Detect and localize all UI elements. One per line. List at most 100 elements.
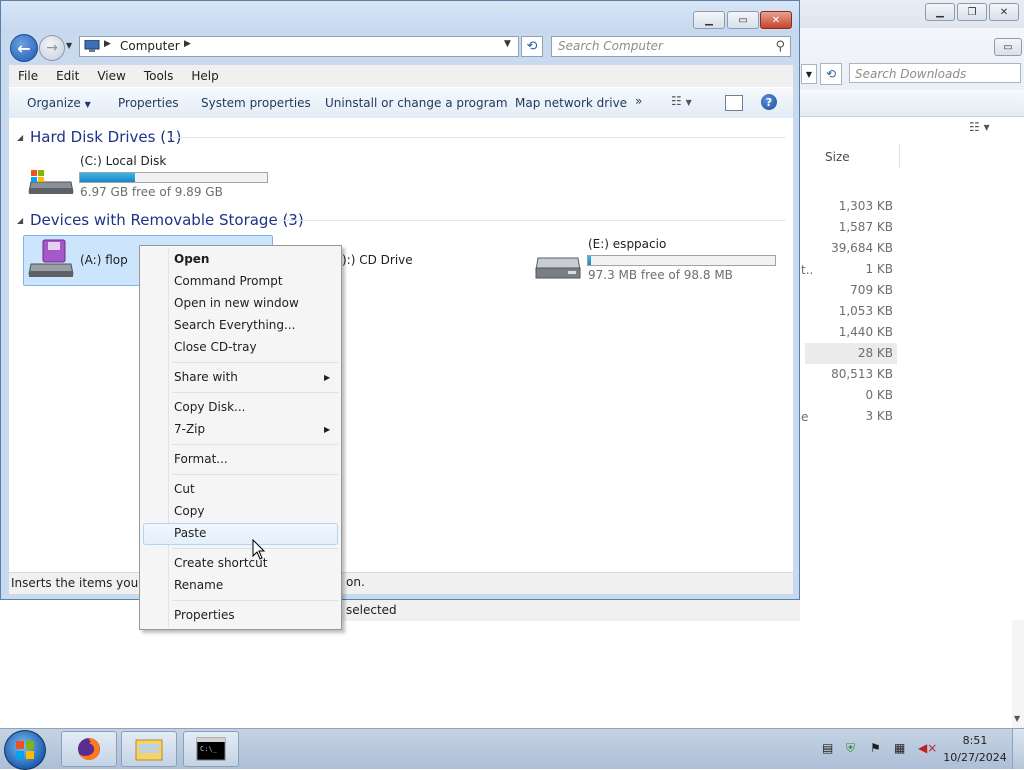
help-icon[interactable]: ? — [761, 94, 777, 110]
drive-name-a[interactable]: (A:) flop — [80, 253, 128, 267]
views-icon[interactable]: ☷ ▾ — [969, 120, 1009, 136]
column-header-size[interactable]: Size — [825, 150, 850, 164]
network-icon[interactable]: ▦ — [894, 741, 908, 755]
hard-disk-icon[interactable] — [27, 164, 75, 198]
change-view-button[interactable]: ☷ ▼ — [671, 94, 711, 112]
menu-item-properties[interactable]: Properties — [174, 608, 235, 622]
system-properties-button[interactable]: System properties — [201, 96, 311, 110]
menu-file[interactable]: File — [9, 65, 47, 87]
drive-free-e: 97.3 MB free of 98.8 MB — [588, 268, 733, 282]
search-input[interactable]: Search Computer ⚲ — [551, 36, 791, 57]
menu-item-paste[interactable]: Paste — [174, 526, 206, 540]
taskbar-cmd-button[interactable]: C:\_ — [183, 731, 239, 767]
windows-logo-icon — [16, 741, 34, 759]
address-bar[interactable]: ▶ Computer ▶ ▼ — [79, 36, 519, 57]
uninstall-program-button[interactable]: Uninstall or change a program — [325, 96, 508, 110]
taskbar-explorer-button[interactable] — [121, 731, 177, 767]
file-size-cell[interactable]: 1 KB — [813, 262, 893, 276]
menu-item-share-with[interactable]: Share with — [174, 370, 238, 384]
menu-separator — [172, 474, 338, 475]
volume-muted-icon[interactable]: ◀× — [918, 741, 937, 755]
clock-date[interactable]: 10/27/2024 — [942, 751, 1008, 764]
menu-item-search-everything[interactable]: Search Everything... — [174, 318, 295, 332]
properties-button[interactable]: Properties — [118, 96, 179, 110]
clock-time[interactable]: 8:51 — [950, 734, 1000, 747]
menu-item-command-prompt[interactable]: Command Prompt — [174, 274, 283, 288]
menu-item-7zip[interactable]: 7-Zip — [174, 422, 205, 436]
recent-pages-button[interactable]: ▼ — [66, 41, 72, 50]
breadcrumb-separator-icon[interactable]: ▶ — [184, 39, 191, 49]
action-center-flag-icon[interactable]: ⚑ — [870, 741, 884, 755]
menu-edit[interactable]: Edit — [47, 65, 88, 87]
file-name-fragment[interactable]: e — [801, 410, 808, 424]
capacity-bar-c — [79, 172, 268, 183]
group-header-removable[interactable]: Devices with Removable Storage (3) — [30, 211, 304, 229]
file-size-cell[interactable]: 709 KB — [813, 283, 893, 297]
restore-button[interactable]: ❐ — [957, 3, 987, 21]
chevron-down-icon[interactable]: ▼ — [801, 64, 817, 84]
show-desktop-button[interactable] — [1012, 729, 1024, 769]
column-divider[interactable] — [899, 144, 900, 168]
drive-name-d[interactable]: ):) CD Drive — [342, 253, 413, 267]
menu-item-cut[interactable]: Cut — [174, 482, 195, 496]
menubar-close-button[interactable]: ▭ — [994, 38, 1022, 56]
file-size-cell[interactable]: 80,513 KB — [813, 367, 893, 381]
removable-drive-icon[interactable] — [534, 252, 582, 282]
file-size-cell[interactable]: 1,440 KB — [813, 325, 893, 339]
close-button[interactable]: ✕ — [760, 11, 792, 29]
maximize-button[interactable]: ▭ — [727, 11, 759, 29]
start-button[interactable] — [4, 730, 46, 770]
file-size-cell[interactable]: 1,053 KB — [813, 304, 893, 318]
close-button[interactable]: ✕ — [989, 3, 1019, 21]
file-size-cell[interactable]: 1,303 KB — [813, 199, 893, 213]
computer-window: ▁ ▭ ✕ ← → ▼ ▶ Computer ▶ ▼ ⟲ Search Comp… — [0, 0, 800, 600]
file-name-fragment[interactable]: t.. — [801, 263, 813, 277]
menu-item-rename[interactable]: Rename — [174, 578, 223, 592]
firefox-icon — [78, 738, 100, 760]
arrow-left-icon: ← — [17, 38, 31, 58]
scroll-down-icon[interactable]: ▼ — [1014, 714, 1020, 723]
preview-pane-icon[interactable] — [725, 95, 743, 111]
drive-name-e[interactable]: (E:) esppacio — [588, 237, 666, 251]
taskbar-firefox-button[interactable] — [61, 731, 117, 767]
collapse-group-icon[interactable]: ◢ — [17, 133, 23, 142]
scrollbar[interactable]: ▼ — [1012, 620, 1024, 728]
breadcrumb-separator-icon[interactable]: ▶ — [104, 39, 111, 49]
menu-help[interactable]: Help — [182, 65, 227, 87]
minimize-button[interactable]: ▁ — [925, 3, 955, 21]
menu-separator — [172, 600, 338, 601]
menu-item-close-cd-tray[interactable]: Close CD-tray — [174, 340, 257, 354]
breadcrumb[interactable]: Computer — [120, 39, 180, 53]
downloads-status-bar: selected — [340, 598, 800, 621]
minimize-button[interactable]: ▁ — [693, 11, 725, 29]
menu-item-copy-disk[interactable]: Copy Disk... — [174, 400, 245, 414]
arrow-right-icon: → — [46, 40, 58, 56]
chevron-down-icon[interactable]: ▼ — [504, 39, 511, 49]
forward-button[interactable]: → — [39, 35, 65, 61]
menu-item-open[interactable]: Open — [174, 252, 209, 266]
file-size-cell[interactable]: 0 KB — [813, 388, 893, 402]
menu-tools[interactable]: Tools — [135, 65, 183, 87]
group-header-hard-disk[interactable]: Hard Disk Drives (1) — [30, 128, 181, 146]
search-icon[interactable]: ⚲ — [775, 39, 785, 54]
file-size-cell[interactable]: 28 KB — [813, 346, 893, 360]
security-icon[interactable]: ⛨ — [846, 741, 860, 755]
map-network-drive-button[interactable]: Map network drive — [515, 96, 627, 110]
menu-item-copy[interactable]: Copy — [174, 504, 204, 518]
file-size-cell[interactable]: 3 KB — [813, 409, 893, 423]
file-size-cell[interactable]: 1,587 KB — [813, 220, 893, 234]
back-button[interactable]: ← — [10, 34, 38, 62]
drive-name-c[interactable]: (C:) Local Disk — [80, 154, 166, 168]
file-size-cell[interactable]: 39,684 KB — [813, 241, 893, 255]
search-input[interactable]: Search Downloads — [849, 63, 1021, 83]
menu-item-format[interactable]: Format... — [174, 452, 228, 466]
document-icon[interactable]: ▤ — [822, 741, 836, 755]
more-commands-button[interactable]: » — [635, 94, 642, 108]
collapse-group-icon[interactable]: ◢ — [17, 216, 23, 225]
floppy-drive-icon[interactable] — [27, 238, 75, 282]
refresh-button[interactable]: ⟲ — [521, 36, 543, 57]
organize-button[interactable]: Organize ▼ — [27, 96, 91, 110]
refresh-icon[interactable]: ⟲ — [820, 63, 842, 85]
menu-view[interactable]: View — [88, 65, 134, 87]
menu-item-open-new-window[interactable]: Open in new window — [174, 296, 299, 310]
